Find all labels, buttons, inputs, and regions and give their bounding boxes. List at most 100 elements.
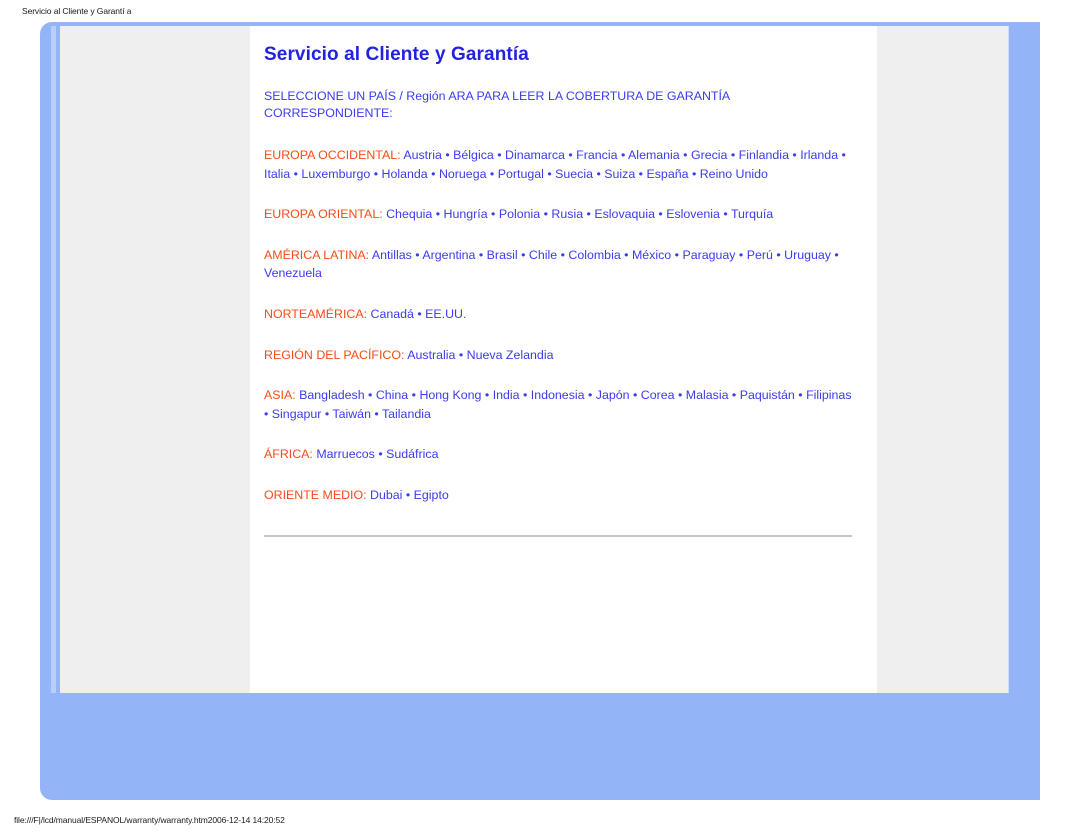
country-link[interactable]: Canadá — [371, 307, 414, 321]
country-link[interactable]: Suecia — [555, 167, 593, 181]
country-link[interactable]: Uruguay — [784, 248, 831, 262]
country-link[interactable]: México — [632, 248, 671, 262]
status-bar-text: file:///F|/lcd/manual/ESPANOL/warranty/w… — [14, 815, 285, 825]
country-separator: • — [838, 148, 846, 162]
country-separator: • — [264, 406, 272, 421]
country-separator: • — [557, 247, 569, 262]
country-link[interactable]: Hong Kong — [419, 388, 481, 402]
country-separator: • — [540, 207, 552, 222]
country-link[interactable]: España — [646, 167, 688, 181]
country-separator: • — [481, 388, 493, 403]
country-link[interactable]: Austria — [403, 148, 442, 162]
country-separator: • — [794, 388, 807, 403]
country-link[interactable]: Holanda — [382, 167, 428, 181]
region-block: EUROPA ORIENTAL: Chequia • Hungría • Pol… — [264, 205, 854, 224]
country-link[interactable]: Taiwán — [332, 407, 371, 421]
country-link[interactable]: Japón — [596, 388, 630, 402]
region-label: EUROPA ORIENTAL: — [264, 207, 383, 222]
country-separator: • — [617, 148, 629, 162]
country-link[interactable]: Turquía — [731, 207, 773, 221]
country-link[interactable]: Filipinas — [806, 388, 851, 402]
country-link[interactable]: Colombia — [568, 248, 620, 262]
region-label: ASIA: — [264, 388, 296, 403]
country-link[interactable]: Sudáfrica — [386, 447, 438, 461]
document-content: Servicio al Cliente y Garantía SELECCION… — [264, 44, 854, 537]
country-link[interactable]: Nueva Zelandia — [467, 348, 554, 362]
country-separator: • — [671, 247, 683, 262]
country-separator: • — [688, 166, 700, 181]
country-link[interactable]: Reino Unido — [700, 167, 768, 181]
country-separator: • — [290, 166, 302, 181]
instruction-paragraph: SELECCIONE UN PAÍS / Región ARA PARA LEE… — [264, 89, 730, 120]
country-link[interactable]: Brasil — [487, 248, 518, 262]
country-link[interactable]: Suiza — [604, 167, 635, 181]
country-link[interactable]: Argentina — [422, 248, 475, 262]
country-separator: • — [679, 148, 691, 162]
region-label: REGIÓN DEL PACÍFICO: — [264, 347, 405, 362]
region-block: REGIÓN DEL PACÍFICO: Australia • Nueva Z… — [264, 346, 854, 365]
country-separator: • — [593, 166, 605, 181]
country-separator: • — [432, 207, 444, 222]
country-separator: • — [788, 148, 801, 162]
country-separator: • — [402, 487, 414, 502]
country-link[interactable]: Irlanda — [800, 148, 838, 162]
country-separator: • — [475, 247, 487, 262]
country-link[interactable]: Bélgica — [453, 148, 494, 162]
country-link[interactable]: Italia — [264, 167, 290, 181]
country-separator: • — [364, 388, 376, 403]
country-link[interactable]: China — [376, 388, 408, 402]
country-link[interactable]: Antillas — [372, 248, 412, 262]
country-link[interactable]: India — [493, 388, 520, 402]
country-link[interactable]: Bangladesh — [299, 388, 364, 402]
country-link[interactable]: Chile — [529, 248, 557, 262]
country-link[interactable]: Hungría — [444, 207, 488, 221]
country-link[interactable]: Francia — [576, 148, 617, 162]
country-separator: • — [564, 148, 577, 162]
country-link[interactable]: Eslovaquia — [594, 207, 655, 221]
country-link[interactable]: Dubai — [370, 488, 402, 502]
left-accent-strip-highlight — [51, 26, 56, 693]
country-link[interactable]: Australia — [407, 348, 455, 362]
region-label: AMÉRICA LATINA: — [264, 247, 370, 262]
country-link[interactable]: Egipto — [414, 488, 449, 502]
country-link[interactable]: Singapur — [272, 407, 322, 421]
country-separator: • — [321, 406, 333, 421]
country-link[interactable]: Noruega — [439, 167, 487, 181]
country-link[interactable]: Rusia — [551, 207, 583, 221]
region-block: ASIA: Bangladesh • China • Hong Kong • I… — [264, 386, 854, 423]
country-link[interactable]: Indonesia — [531, 388, 585, 402]
country-link[interactable]: Tailandia — [382, 407, 431, 421]
country-separator: • — [635, 166, 647, 181]
country-separator: • — [370, 406, 382, 421]
country-separator: • — [411, 247, 423, 262]
region-block: ORIENTE MEDIO: Dubai • Egipto — [264, 486, 854, 505]
country-link[interactable]: Eslovenia — [666, 207, 720, 221]
country-link[interactable]: EE.UU. — [425, 307, 466, 321]
country-link[interactable]: Paraguay — [682, 248, 735, 262]
page-root: Servicio al Cliente y Garantí a Servicio… — [0, 0, 1080, 834]
country-separator: • — [427, 166, 439, 181]
country-link[interactable]: Perú — [747, 248, 773, 262]
country-link[interactable]: Dinamarca — [505, 148, 565, 162]
country-link[interactable]: Venezuela — [264, 266, 322, 280]
country-link[interactable]: Corea — [641, 388, 675, 402]
country-separator: • — [719, 207, 731, 222]
country-link[interactable]: Marruecos — [316, 447, 375, 461]
country-link[interactable]: Malasia — [686, 388, 729, 402]
country-link[interactable]: Finlandia — [739, 148, 789, 162]
country-link[interactable]: Paquistán — [740, 388, 795, 402]
region-label: NORTEAMÉRICA: — [264, 306, 368, 321]
country-separator: • — [543, 166, 556, 181]
country-link[interactable]: Portugal — [498, 167, 544, 181]
country-link[interactable]: Alemania — [628, 148, 680, 162]
country-link[interactable]: Luxemburgo — [301, 167, 370, 181]
region-list: EUROPA OCCIDENTAL: Austria • Bélgica • D… — [264, 146, 854, 505]
print-header-title: Servicio al Cliente y Garantí a — [22, 6, 132, 16]
country-link[interactable]: Grecia — [691, 148, 728, 162]
country-link[interactable]: Chequia — [386, 207, 432, 221]
country-separator: • — [620, 247, 632, 262]
country-separator: • — [583, 207, 595, 222]
country-separator: • — [517, 247, 529, 262]
country-separator: • — [674, 388, 686, 403]
country-link[interactable]: Polonia — [499, 207, 540, 221]
